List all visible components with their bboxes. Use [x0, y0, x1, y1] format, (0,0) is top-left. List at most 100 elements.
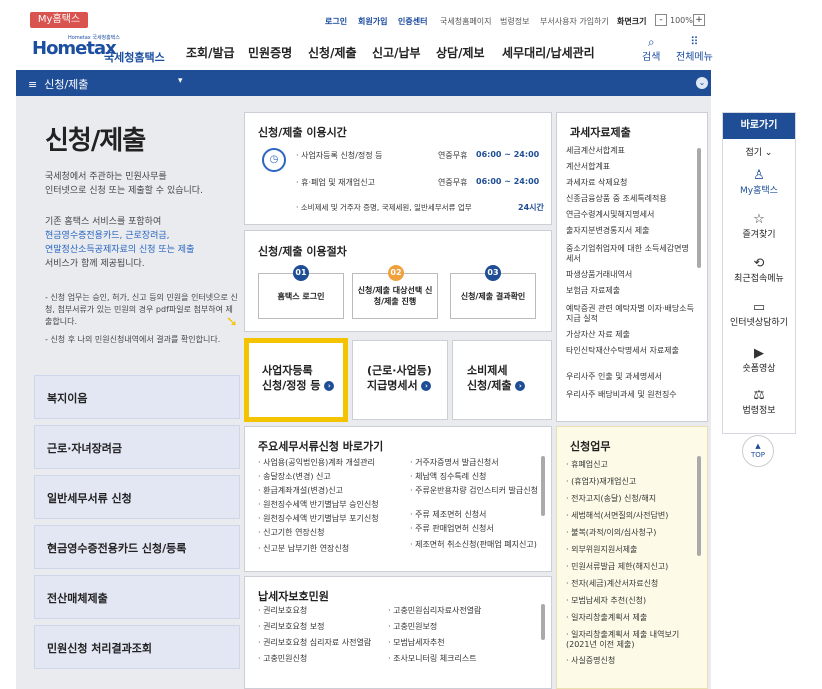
apply-link[interactable]: · 전자(세금)계산서자료신청: [566, 579, 696, 589]
tax-data-link[interactable]: 신종금융상품 중 조세특례적용: [566, 194, 694, 204]
shortcut-link[interactable]: · 주류 제조면허 신청서: [410, 510, 538, 520]
quick-my-hometax[interactable]: ♙ My홈택스: [723, 168, 795, 196]
left-btn-general-docs[interactable]: 일반세무서류 신청: [34, 475, 240, 519]
quick-law-info[interactable]: ⚖ 법령정보: [723, 388, 795, 416]
shortcut-link[interactable]: · 주류 판매업면허 신청서: [410, 524, 538, 534]
shortcut-link[interactable]: · 제조면허 취소신청(판매업 폐지신고): [410, 540, 538, 550]
hours-row-label: · 휴·폐업 및 재개업신고: [296, 178, 375, 187]
tax-data-link[interactable]: 출자지분변경통지서 제출: [566, 226, 694, 236]
quick-recent-menu[interactable]: ⟲ 최근접속메뉴: [723, 256, 795, 284]
apply-link[interactable]: · 일자리창출계획서 제출: [566, 613, 696, 623]
law-info-link[interactable]: 법령정보: [500, 16, 529, 27]
tax-data-link[interactable]: 세금계산서합계표: [566, 146, 694, 156]
left-btn-result-inquiry[interactable]: 민원신청 처리결과조회: [34, 625, 240, 669]
left-btn-electronic-media[interactable]: 전산매체제출: [34, 575, 240, 619]
shortcuts-scrollbar[interactable]: [541, 456, 545, 516]
shortcut-link[interactable]: · 주류운반용차량 검인스티커 발급신청: [410, 486, 538, 496]
shortcut-link[interactable]: · 신고기한 연장신청: [258, 528, 408, 538]
shortcut-link[interactable]: · 거주자증명서 발급신청서: [410, 458, 538, 468]
protection-link[interactable]: · 권리보호요청 심리자료 사전열람: [258, 638, 393, 648]
protection-link[interactable]: · 고충민원보정: [388, 622, 538, 632]
all-menu-button[interactable]: ⠿ 전체메뉴: [676, 36, 713, 64]
signup-link[interactable]: 회원가입: [358, 16, 387, 27]
apply-scrollbar[interactable]: [697, 456, 701, 556]
login-link[interactable]: 로그인: [325, 16, 347, 27]
shortcut-link[interactable]: · 원천징수세액 반기별납부 승인신청: [258, 500, 408, 510]
apply-link[interactable]: · 일자리창출계획서 제출 내역보기 (2021년 이전 제출): [566, 630, 696, 650]
cert-center-link[interactable]: 인증센터: [398, 16, 427, 27]
hours-row-label: · 사업자등록 신청/정정 등: [296, 151, 383, 160]
nav-tax-agent[interactable]: 세무대리/납세관리: [502, 44, 595, 61]
apply-link[interactable]: · 휴폐업신고: [566, 460, 696, 470]
left-btn-earned-income-credit[interactable]: 근로·자녀장려금: [34, 425, 240, 469]
page-note-1: - 신청 업무는 승인, 허가, 신고 등의 민원을 인터넷으로 신청, 첨부서…: [45, 293, 238, 326]
shortcut-link[interactable]: · 환급계좌개설(변경)신고: [258, 486, 408, 496]
tax-data-link[interactable]: 계산서합계표: [566, 162, 694, 172]
tax-data-link[interactable]: 연금수령계시및해지명세서: [566, 210, 694, 220]
tax-data-link[interactable]: 예탁증권 관련 예탁자별 이자·배당소득 지급 실적: [566, 304, 694, 324]
nav-certificates[interactable]: 민원증명: [248, 44, 292, 61]
search-button[interactable]: ⌕ 검색: [642, 36, 660, 63]
dropdown-arrow-icon[interactable]: ▾: [178, 76, 183, 86]
top-label: TOP: [750, 451, 765, 459]
left-btn-welfare[interactable]: 복지이음: [34, 375, 240, 419]
left-btn-cash-receipt-card[interactable]: 현금영수증전용카드 신청/등록: [34, 525, 240, 569]
shortcut-link[interactable]: · 송달장소(변경) 신고: [258, 472, 408, 482]
payment-statement-button[interactable]: (근로·사업등) 지급명세서 ›: [352, 340, 448, 420]
shortcut-link[interactable]: · 원천징수세액 반기별납부 포기신청: [258, 514, 408, 524]
apply-link[interactable]: · 모범납세자 추천(신청): [566, 596, 696, 606]
step-number: 01: [293, 265, 309, 281]
quick-item-label: 최근접속메뉴: [734, 274, 784, 284]
quick-favorites[interactable]: ☆ 즐겨찾기: [723, 212, 795, 240]
nav-apply-submit[interactable]: 신청/제출: [308, 44, 357, 61]
nts-home-link[interactable]: 국세청홈페이지: [440, 16, 492, 27]
apply-link[interactable]: · 세법해석(서면질의/사전답변): [566, 511, 696, 521]
shortcut-link[interactable]: · 신고분 납부기한 연장신청: [258, 544, 408, 554]
protection-link[interactable]: · 권리보호요청 보정: [258, 622, 393, 632]
tax-data-link[interactable]: 보험금 자료제출: [566, 286, 694, 296]
quick-panel-title: 바로가기: [723, 113, 795, 139]
quick-item-label: My홈택스: [740, 186, 778, 196]
apply-link[interactable]: · 외부위원지원서제출: [566, 545, 696, 555]
protection-link[interactable]: · 모범납세자추천: [388, 638, 538, 648]
apply-link[interactable]: · 전자고지(송달) 신청/해지: [566, 494, 696, 504]
expand-circle-icon[interactable]: ⌄: [696, 77, 708, 89]
business-signup-link[interactable]: 부서사용자 가입하기: [540, 16, 609, 27]
protection-link[interactable]: · 고충민원신청: [258, 654, 393, 664]
zoom-out-button[interactable]: -: [655, 14, 667, 26]
nav-consult[interactable]: 상담/제보: [436, 44, 485, 61]
protection-link[interactable]: · 조사모니터링 체크리스트: [388, 654, 538, 664]
apply-link[interactable]: · 민원서류발급 제한(해지신고): [566, 562, 696, 572]
tax-data-link[interactable]: 우리사주 배당비과세 및 원천징수: [566, 390, 694, 400]
protection-link[interactable]: · 권리보호요청: [258, 606, 393, 616]
scroll-top-button[interactable]: ▲ TOP: [742, 435, 774, 467]
quick-panel-collapse[interactable]: 접기 ⌄: [723, 145, 795, 158]
desc-line: 국세청에서 주관하는 민원사무를: [45, 172, 167, 182]
my-hometax-badge[interactable]: My홈택스: [30, 12, 88, 28]
business-registration-button[interactable]: 사업자등록 신청/정정 등 ›: [244, 338, 348, 422]
nav-inquiry[interactable]: 조회/발급: [186, 44, 235, 61]
tax-data-link[interactable]: 중소기업취업자에 대한 소득세감면명세서: [566, 244, 694, 264]
desc-line-highlight: 현금영수증전용카드, 근로장려금,: [45, 231, 170, 241]
apply-link[interactable]: · 불복(과적/이의/심사청구): [566, 528, 696, 538]
tax-data-link[interactable]: 우리사주 인출 및 과세명세서: [566, 372, 694, 382]
breadcrumb[interactable]: ≡ 신청/제출: [28, 76, 88, 92]
protection-link[interactable]: · 고충민원심리자료사전열람: [388, 606, 538, 616]
nav-report-pay[interactable]: 신고/납부: [372, 44, 421, 61]
tax-data-link[interactable]: 과세자료 삭제요청: [566, 178, 694, 188]
tax-data-link[interactable]: 파생상품거래내역서: [566, 270, 694, 280]
big-button-line: 소비제세: [467, 364, 508, 377]
apply-link[interactable]: · (휴업자)재개업신고: [566, 477, 696, 487]
consumption-tax-button[interactable]: 소비제세 신청/제출 ›: [452, 340, 552, 420]
tax-data-link[interactable]: 타인신탁재산수탁명세서 자료제출: [566, 346, 694, 356]
apply-link[interactable]: · 사실증명신청: [566, 656, 696, 666]
zoom-in-button[interactable]: +: [693, 14, 705, 26]
tax-data-scrollbar[interactable]: [697, 148, 701, 268]
protection-scrollbar[interactable]: [541, 604, 545, 640]
quick-online-consult[interactable]: ▭ 인터넷상담하기: [723, 300, 795, 328]
quick-short-video[interactable]: ▶ 숏폼영상: [723, 346, 795, 374]
quick-item-label: 인터넷상담하기: [730, 318, 788, 328]
shortcut-link[interactable]: · 체납액 징수특례 신청: [410, 472, 538, 482]
shortcut-link[interactable]: · 사업용(공익법인용)계좌 개설관리: [258, 458, 408, 468]
tax-data-link[interactable]: 가상자산 자료 제출: [566, 330, 694, 340]
